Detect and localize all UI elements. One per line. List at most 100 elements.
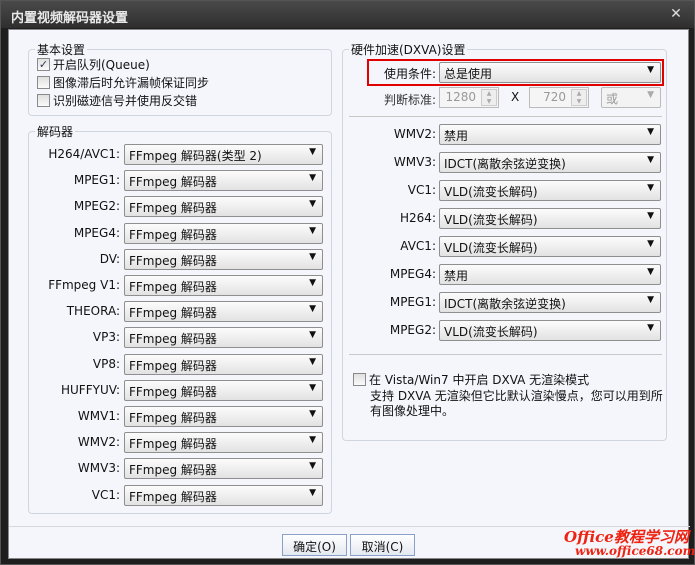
decoder-label: MPEG1: xyxy=(73,173,120,188)
chevron-down-icon: ▼ xyxy=(309,304,316,315)
decoder-select[interactable]: FFmpeg 解码器 ▼ xyxy=(124,248,323,270)
chevron-down-icon: ▼ xyxy=(647,127,654,137)
window-title: 内置视频解码器设置 xyxy=(11,11,129,26)
cancel-button[interactable]: 取消(C) xyxy=(350,534,415,556)
button-label: 确定(O) xyxy=(293,540,336,554)
basic-option-checkbox[interactable]: ✓ 开启队列(Queue) xyxy=(37,56,150,73)
condition-select[interactable]: 总是使用 ▼ xyxy=(439,62,661,83)
basic-option-checkbox[interactable]: 图像滞后时允许漏帧保证同步 xyxy=(37,74,209,91)
decoder-label: VP3: xyxy=(92,330,120,345)
checkbox-icon: ✓ xyxy=(37,58,50,71)
decoder-select[interactable]: FFmpeg 解码器 ▼ xyxy=(124,222,323,244)
decoder-label: WMV1: xyxy=(77,409,120,423)
decoder-select[interactable]: FFmpeg 解码器 ▼ xyxy=(124,432,323,454)
select-value: 禁用 xyxy=(444,129,469,143)
criteria-label: 判断标准: xyxy=(383,93,436,107)
basic-option-checkbox[interactable]: 识别磁迹信号并使用反交错 xyxy=(37,92,197,109)
decoder-select[interactable]: FFmpeg 解码器 ▼ xyxy=(124,301,323,323)
width-spinner[interactable]: 1280 ▲ ▼ xyxy=(439,87,499,108)
dxva-select[interactable]: IDCT(离散余弦逆变换) ▼ xyxy=(439,152,661,173)
select-value: 禁用 xyxy=(444,269,469,283)
dxva-select[interactable]: 禁用 ▼ xyxy=(439,124,661,145)
dxva-select[interactable]: VLD(流变长解码) ▼ xyxy=(439,320,661,341)
select-value: FFmpeg 解码器 xyxy=(129,384,217,399)
chevron-down-icon: ▼ xyxy=(647,65,654,75)
select-value: IDCT(离散余弦逆变换) xyxy=(444,157,566,171)
chevron-down-icon: ▼ xyxy=(309,225,316,236)
decoder-select[interactable]: FFmpeg 解码器 ▼ xyxy=(124,379,323,401)
spinner-value: 720 xyxy=(543,90,566,104)
group-title: 硬件加速(DXVA)设置 xyxy=(349,41,468,58)
checkbox-icon xyxy=(353,373,366,386)
condition-label: 使用条件: xyxy=(383,67,436,81)
spin-arrows-icon[interactable]: ▲ ▼ xyxy=(571,89,587,106)
decoder-label: HUFFYUV: xyxy=(61,382,120,397)
group-title: 解码器 xyxy=(35,123,76,140)
select-value: FFmpeg 解码器 xyxy=(129,306,217,321)
close-button[interactable]: ✕ xyxy=(666,5,686,23)
norender-checkbox[interactable]: 在 Vista/Win7 中开启 DXVA 无渲染模式 xyxy=(353,371,589,388)
dxva-label: VC1: xyxy=(407,183,436,197)
decoder-select[interactable]: FFmpeg 解码器(类型 2) ▼ xyxy=(124,144,323,165)
logic-select[interactable]: 或 ▼ xyxy=(601,87,661,108)
decoder-select[interactable]: FFmpeg 解码器 ▼ xyxy=(124,170,323,192)
divider xyxy=(349,116,662,117)
dxva-label: MPEG1: xyxy=(389,295,436,309)
select-value: FFmpeg 解码器(类型 2) xyxy=(129,149,262,163)
decoder-select[interactable]: FFmpeg 解码器 ▼ xyxy=(124,458,323,480)
dxva-select[interactable]: IDCT(离散余弦逆变换) ▼ xyxy=(439,292,661,313)
dxva-select[interactable]: VLD(流变长解码) ▼ xyxy=(439,208,661,229)
dxva-label: MPEG2: xyxy=(389,323,436,337)
chevron-down-icon: ▼ xyxy=(647,295,654,305)
select-value: FFmpeg 解码器 xyxy=(129,463,217,478)
chevron-down-icon: ▼ xyxy=(309,356,316,367)
times-label: X xyxy=(511,90,520,104)
decoder-label: WMV3: xyxy=(77,461,120,476)
dialog-body: 基本设置 ✓ 开启队列(Queue) 图像滞后时允许漏帧保证同步 识别磁迹信号并使用反… xyxy=(8,29,695,559)
dxva-select[interactable]: VLD(流变长解码) ▼ xyxy=(439,236,661,257)
dxva-label: MPEG4: xyxy=(389,267,436,281)
basic-settings-group: 基本设置 ✓ 开启队列(Queue) 图像滞后时允许漏帧保证同步 识别磁迹信号并使用反… xyxy=(28,41,332,116)
decoder-select[interactable]: FFmpeg 解码器 ▼ xyxy=(124,406,323,427)
chevron-down-icon: ▼ xyxy=(309,409,316,419)
select-value: VLD(流变长解码) xyxy=(444,241,538,255)
decoder-select[interactable]: FFmpeg 解码器 ▼ xyxy=(124,196,323,218)
decoder-label: VC1: xyxy=(91,487,120,502)
decoder-group: 解码器 H264/AVC1: FFmpeg 解码器(类型 2) ▼ MPEG1: FFm… xyxy=(28,123,332,514)
checkbox-icon xyxy=(37,94,50,107)
chevron-down-icon: ▼ xyxy=(647,211,654,221)
decoder-select[interactable]: FFmpeg 解码器 ▼ xyxy=(124,353,323,375)
select-value: FFmpeg 解码器 xyxy=(129,280,217,294)
dxva-label: H264: xyxy=(400,211,436,225)
height-spinner[interactable]: 720 ▲ ▼ xyxy=(529,87,589,108)
select-value: FFmpeg 解码器 xyxy=(129,358,217,373)
checkbox-label: 图像滞后时允许漏帧保证同步 xyxy=(53,76,210,90)
select-value: FFmpeg 解码器 xyxy=(129,332,217,347)
select-value: IDCT(离散余弦逆变换) xyxy=(444,297,566,311)
select-value: VLD(流变长解码) xyxy=(444,325,538,339)
select-value: 或 xyxy=(606,92,619,106)
chevron-down-icon: ▼ xyxy=(647,267,654,277)
dxva-select[interactable]: VLD(流变长解码) ▼ xyxy=(439,180,661,201)
chevron-down-icon: ▼ xyxy=(309,147,316,157)
decoder-label: THEORA: xyxy=(66,304,120,319)
chevron-down-icon: ▼ xyxy=(309,199,316,210)
select-value: FFmpeg 解码器 xyxy=(129,411,217,425)
decoder-select[interactable]: FFmpeg 解码器 ▼ xyxy=(124,327,323,349)
spin-arrows-icon[interactable]: ▲ ▼ xyxy=(481,89,497,106)
dxva-label: WMV2: xyxy=(393,127,436,141)
select-value: VLD(流变长解码) xyxy=(444,185,538,199)
dxva-select[interactable]: 禁用 ▼ xyxy=(439,264,661,285)
decoder-label: FFmpeg V1: xyxy=(48,278,120,292)
chevron-down-icon: ▼ xyxy=(309,435,316,446)
chevron-down-icon: ▼ xyxy=(309,461,316,472)
chevron-down-icon: ▼ xyxy=(309,278,316,288)
chevron-down-icon: ▼ xyxy=(647,183,654,193)
decoder-select[interactable]: FFmpeg 解码器 ▼ xyxy=(124,275,323,296)
chevron-down-icon: ▼ xyxy=(647,323,654,333)
chevron-down-icon: ▼ xyxy=(309,487,316,498)
ok-button[interactable]: 确定(O) xyxy=(282,534,347,556)
chevron-down-icon: ▼ xyxy=(309,251,316,262)
decoder-select[interactable]: FFmpeg 解码器 ▼ xyxy=(124,484,323,506)
decoder-label: DV: xyxy=(99,251,120,266)
